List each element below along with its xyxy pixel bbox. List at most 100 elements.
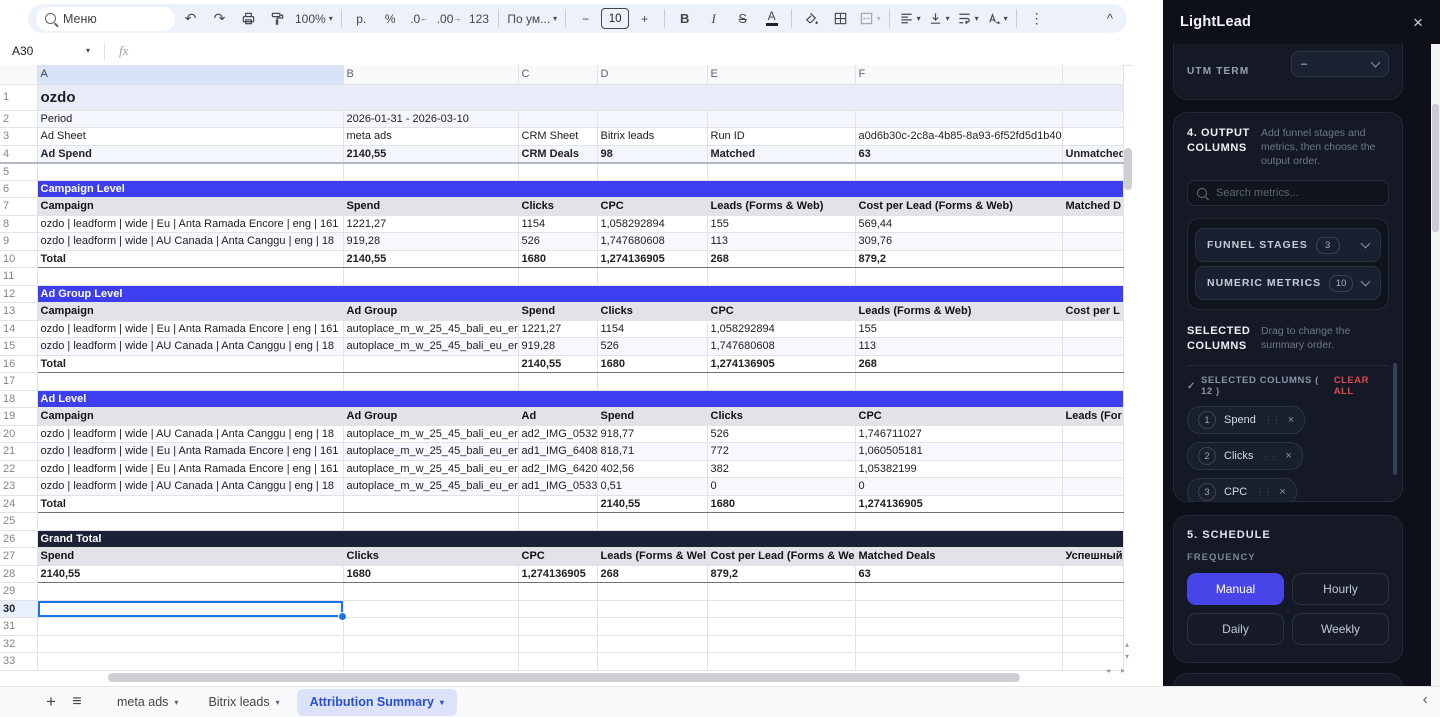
cell-A8[interactable]: ozdo | leadform | wide | Eu | Anta Ramad… (37, 215, 343, 233)
cell-C25[interactable] (518, 513, 597, 531)
cell-D25[interactable] (597, 513, 707, 531)
cell-F7[interactable]: Cost per Lead (Forms & Web) (855, 198, 1062, 216)
cell-B2[interactable]: 2026-01-31 - 2026-03-10 (343, 110, 518, 128)
decrease-font-size-button[interactable]: − (572, 7, 599, 31)
cell-F29[interactable] (855, 583, 1062, 601)
cell-F20[interactable]: 1,746711027 (855, 425, 1062, 443)
cell-E10[interactable]: 268 (707, 250, 855, 268)
cell-B24[interactable] (343, 495, 518, 513)
remove-pill-button[interactable]: × (1285, 450, 1291, 462)
cell-D29[interactable] (597, 583, 707, 601)
cell-F30[interactable] (855, 600, 1062, 618)
cell-E21[interactable]: 772 (707, 443, 855, 461)
cell-E5[interactable] (707, 163, 855, 181)
cell-E11[interactable] (707, 268, 855, 286)
cell-G4[interactable]: Unmatched (1062, 145, 1123, 163)
cell-D5[interactable] (597, 163, 707, 181)
font-size-input[interactable]: 10 (601, 8, 629, 29)
cell-C15[interactable]: 919,28 (518, 338, 597, 356)
row-header-5[interactable]: 5 (0, 163, 37, 181)
section-header-cell-row26[interactable]: Grand Total (37, 530, 1123, 548)
cell-B23[interactable]: autoplace_m_w_25_45_bali_eu_er (343, 478, 518, 496)
clear-all-button[interactable]: CLEAR ALL (1334, 375, 1389, 397)
cell-F25[interactable] (855, 513, 1062, 531)
text-color-button[interactable]: A (758, 7, 785, 31)
cell-E29[interactable] (707, 583, 855, 601)
cell-E17[interactable] (707, 373, 855, 391)
cell-F27[interactable]: Matched Deals (855, 548, 1062, 566)
row-header-30[interactable]: 30 (0, 600, 37, 618)
cell-B15[interactable]: autoplace_m_w_25_45_bali_eu_er (343, 338, 518, 356)
cell-D4[interactable]: 98 (597, 145, 707, 163)
currency-format-button[interactable]: р. (348, 7, 375, 31)
cell-F31[interactable] (855, 618, 1062, 636)
horizontal-align-button[interactable]: ▾ (896, 7, 923, 31)
cell-C31[interactable] (518, 618, 597, 636)
accordion-numeric-metrics[interactable]: NUMERIC METRICS10 (1195, 266, 1381, 300)
cell-C8[interactable]: 1154 (518, 215, 597, 233)
cell-D11[interactable] (597, 268, 707, 286)
cell-E8[interactable]: 155 (707, 215, 855, 233)
cell-C10[interactable]: 1680 (518, 250, 597, 268)
cell-F17[interactable] (855, 373, 1062, 391)
redo-button[interactable]: ↷ (206, 7, 233, 31)
cell-C9[interactable]: 526 (518, 233, 597, 251)
row-header-13[interactable]: 13 (0, 303, 37, 321)
cell-C30[interactable] (518, 600, 597, 618)
metrics-search-input[interactable] (1214, 186, 1368, 200)
cell-D31[interactable] (597, 618, 707, 636)
cell-B28[interactable]: 1680 (343, 565, 518, 583)
row-header-4[interactable]: 4 (0, 145, 37, 163)
cell-B10[interactable]: 2140,55 (343, 250, 518, 268)
cell-C23[interactable]: ad1_IMG_0533 (518, 478, 597, 496)
cell-G14[interactable] (1062, 320, 1123, 338)
cell-F10[interactable]: 879,2 (855, 250, 1062, 268)
frequency-hourly-button[interactable]: Hourly (1292, 573, 1389, 605)
scroll-right-button[interactable]: ▸ (1121, 667, 1125, 675)
cell-E30[interactable] (707, 600, 855, 618)
merge-cells-button[interactable]: ▾ (856, 7, 883, 31)
cell-A22[interactable]: ozdo | leadform | wide | Eu | Anta Ramad… (37, 460, 343, 478)
row-header-14[interactable]: 14 (0, 320, 37, 338)
column-header-B[interactable]: B (343, 65, 518, 84)
cell-E3[interactable]: Run ID (707, 128, 855, 146)
section-header-cell-row12[interactable]: Ad Group Level (37, 285, 1123, 303)
cell-A23[interactable]: ozdo | leadform | wide | AU Canada | Ant… (37, 478, 343, 496)
cell-G23[interactable] (1062, 478, 1123, 496)
cell-B7[interactable]: Spend (343, 198, 518, 216)
cell-G33[interactable] (1062, 653, 1123, 671)
cell-G28[interactable] (1062, 565, 1123, 583)
row-header-28[interactable]: 28 (0, 565, 37, 583)
metrics-search-box[interactable] (1187, 180, 1389, 206)
row-header-25[interactable]: 25 (0, 513, 37, 531)
scroll-up-button[interactable]: ▴ (1125, 641, 1129, 649)
increase-font-size-button[interactable]: + (631, 7, 658, 31)
cell-D15[interactable]: 526 (597, 338, 707, 356)
cell-G2[interactable] (1062, 110, 1123, 128)
cell-C20[interactable]: ad2_IMG_0532 (518, 425, 597, 443)
cell-A2[interactable]: Period (37, 110, 343, 128)
cell-B3[interactable]: meta ads (343, 128, 518, 146)
cell-D13[interactable]: Clicks (597, 303, 707, 321)
cell-G27[interactable]: Успешный (1062, 548, 1123, 566)
cell-G21[interactable] (1062, 443, 1123, 461)
cell-G7[interactable]: Matched D (1062, 198, 1123, 216)
cell-B11[interactable] (343, 268, 518, 286)
cell-D2[interactable] (597, 110, 707, 128)
cell-A30[interactable] (37, 600, 343, 618)
font-select[interactable]: По ум... ▾ (505, 7, 559, 31)
cell-F23[interactable]: 0 (855, 478, 1062, 496)
cell-E13[interactable]: CPC (707, 303, 855, 321)
sheet-tab-bitrix-leads[interactable]: Bitrix leads▾ (195, 689, 292, 716)
cell-D10[interactable]: 1,274136905 (597, 250, 707, 268)
cell-B21[interactable]: autoplace_m_w_25_45_bali_eu_er (343, 443, 518, 461)
cell-B20[interactable]: autoplace_m_w_25_45_bali_eu_er (343, 425, 518, 443)
row-header-20[interactable]: 20 (0, 425, 37, 443)
cell-C16[interactable]: 2140,55 (518, 355, 597, 373)
section-header-cell-row18[interactable]: Ad Level (37, 390, 1123, 408)
cell-B8[interactable]: 1221,27 (343, 215, 518, 233)
cell-A15[interactable]: ozdo | leadform | wide | AU Canada | Ant… (37, 338, 343, 356)
row-header-24[interactable]: 24 (0, 495, 37, 513)
cell-E33[interactable] (707, 653, 855, 671)
vertical-align-button[interactable]: ▾ (925, 7, 952, 31)
